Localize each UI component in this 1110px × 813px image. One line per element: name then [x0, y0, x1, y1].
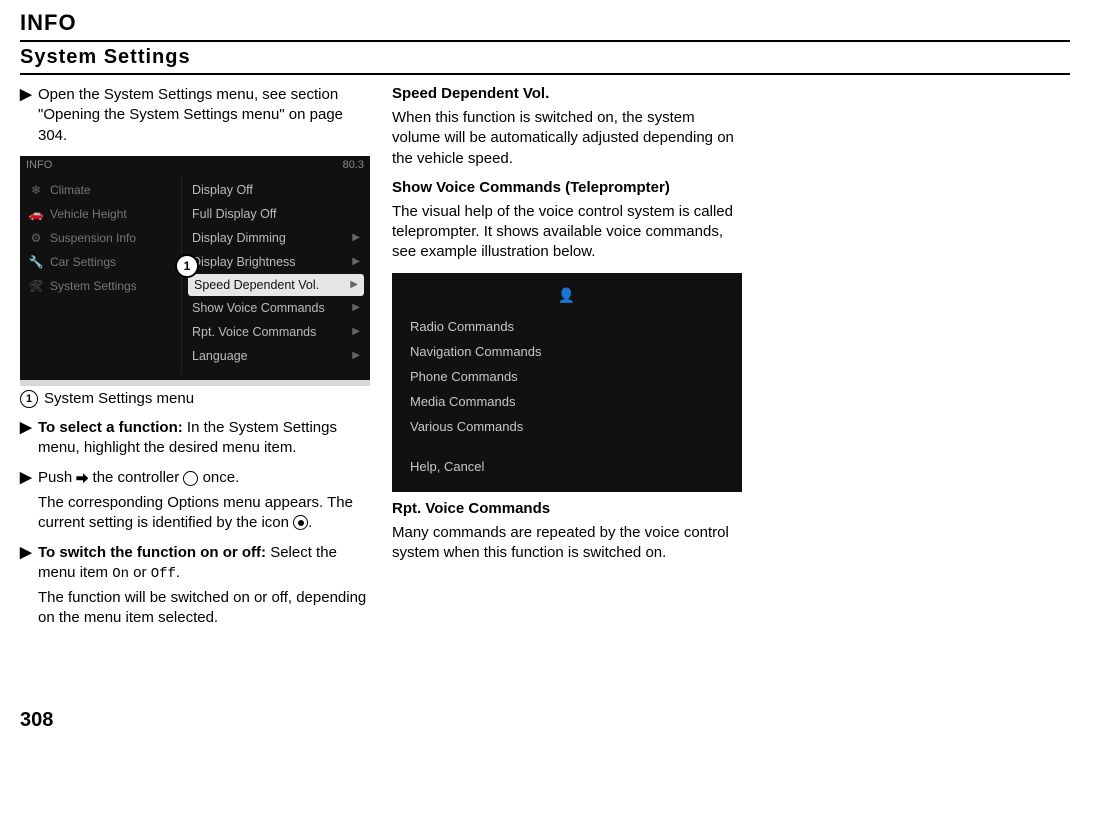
fig1-menu-item: Language ▶ — [182, 344, 370, 368]
fig1-left-label: Climate — [50, 183, 91, 197]
voice-command-item: Phone Commands — [410, 364, 724, 389]
figure-system-settings: INFO 80.3 ❄ Climate 🚗 Vehicle Height ⚙ Susp… — [20, 156, 370, 386]
fig1-menu-label: Rpt. Voice Commands — [192, 325, 316, 339]
fig1-left-item: ⚙ Suspension Info — [20, 226, 181, 250]
step-text: Open the System Settings menu, see secti… — [38, 85, 370, 146]
voice-command-item: Navigation Commands — [410, 339, 724, 364]
fig1-menu-item: Full Display Off — [182, 202, 370, 226]
figure-legend: 1 System Settings menu — [20, 390, 370, 408]
step-part: . — [308, 514, 312, 531]
figure-voice-commands: 👤 Radio Commands Navigation Commands Pho… — [392, 273, 742, 492]
system-settings-icon: 🛠 — [28, 279, 44, 293]
figure-legend-text: System Settings menu — [44, 390, 194, 407]
section-heading: Show Voice Commands (Teleprompter) — [392, 179, 742, 196]
step-text: To switch the function on or off: Select… — [38, 543, 370, 629]
fig1-left-item: ❄ Climate — [20, 178, 181, 202]
step-part: once. — [198, 469, 239, 486]
fig1-top-right: 80.3 — [343, 159, 364, 171]
voice-command-item: Media Commands — [410, 389, 724, 414]
left-column: ▶ Open the System Settings menu, see sec… — [20, 85, 370, 639]
section-title: System Settings — [20, 46, 1070, 73]
chevron-right-icon: ▶ — [352, 350, 360, 361]
voice-head-icon: 👤 — [410, 287, 724, 304]
fig1-left-label: Vehicle Height — [50, 207, 127, 221]
vehicle-icon: 🚗 — [28, 207, 44, 221]
voice-command-footer: Help, Cancel — [410, 439, 724, 478]
fig1-footer — [20, 380, 370, 386]
right-column: Speed Dependent Vol. When this function … — [392, 85, 742, 573]
step-lead: To switch the function on or off: — [38, 544, 266, 561]
fig1-top-left: INFO — [26, 159, 52, 171]
fig1-menu-label: Full Display Off — [192, 207, 277, 221]
fig1-menu-label: Display Dimming — [192, 231, 286, 245]
step-part: Push — [38, 469, 76, 486]
fig1-menu-label: Speed Dependent Vol. — [194, 278, 319, 292]
section-heading: Rpt. Voice Commands — [392, 500, 742, 517]
fig1-menu-item: Display Off — [182, 178, 370, 202]
car-settings-icon: 🔧 — [28, 255, 44, 269]
fig1-menu-label: Display Brightness — [192, 255, 296, 269]
fig1-menu-item: Display Brightness ▶ — [182, 250, 370, 274]
section-heading: Speed Dependent Vol. — [392, 85, 742, 102]
push-right-icon — [76, 473, 88, 483]
voice-command-item: Radio Commands — [410, 314, 724, 339]
climate-icon: ❄ — [28, 183, 44, 197]
suspension-icon: ⚙ — [28, 231, 44, 245]
body-text: When this function is switched on, the s… — [392, 108, 742, 169]
body-text: The visual help of the voice control sys… — [392, 202, 742, 263]
controller-ring-icon — [183, 471, 198, 486]
fig1-left-label: Car Settings — [50, 255, 116, 269]
fig1-left-item: 🔧 Car Settings — [20, 250, 181, 274]
fig1-menu-label: Show Voice Commands — [192, 301, 325, 315]
step-marker-icon: ▶ — [20, 85, 38, 146]
callout-badge: 1 — [175, 254, 199, 278]
step-part: the controller — [88, 469, 183, 486]
fig1-menu-item-selected: Speed Dependent Vol. ▶ — [188, 274, 364, 296]
fig1-menu-label: Display Off — [192, 183, 253, 197]
step-paragraph: The function will be switched on or off,… — [38, 588, 370, 629]
fig1-menu-item: Display Dimming ▶ — [182, 226, 370, 250]
fig1-left-panel: ❄ Climate 🚗 Vehicle Height ⚙ Suspension Inf… — [20, 174, 182, 374]
chevron-right-icon: ▶ — [352, 256, 360, 267]
step-marker-icon: ▶ — [20, 543, 38, 629]
fig1-left-item: 🚗 Vehicle Height — [20, 202, 181, 226]
step-text: Push the controller once. The correspond… — [38, 468, 370, 533]
voice-command-item: Various Commands — [410, 414, 724, 439]
menu-item-off: Off — [151, 566, 176, 582]
chevron-right-icon: ▶ — [352, 232, 360, 243]
fig1-menu-item: Show Voice Commands ▶ — [182, 296, 370, 320]
fig1-right-panel: Display Off Full Display Off Display Dim… — [182, 174, 370, 374]
step-paragraph: The corresponding Options menu appears. … — [38, 493, 370, 534]
step-part: . — [176, 564, 180, 581]
chevron-right-icon: ▶ — [352, 302, 360, 313]
step-marker-icon: ▶ — [20, 468, 38, 533]
step-marker-icon: ▶ — [20, 418, 38, 459]
step-lead: To select a function: — [38, 419, 183, 436]
chevron-right-icon: ▶ — [350, 279, 358, 290]
circled-number-icon: 1 — [20, 390, 38, 408]
menu-item-on: On — [112, 566, 129, 582]
step-text: To select a function: In the System Sett… — [38, 418, 370, 459]
fig1-menu-item: Rpt. Voice Commands ▶ — [182, 320, 370, 344]
body-text: Many commands are repeated by the voice … — [392, 523, 742, 564]
selected-dot-icon — [293, 515, 308, 530]
chevron-right-icon: ▶ — [352, 326, 360, 337]
page-number: 308 — [20, 709, 1070, 732]
fig1-left-label: System Settings — [50, 279, 137, 293]
fig1-menu-label: Language — [192, 349, 248, 363]
page-title: INFO — [20, 10, 1070, 40]
step-part: or — [129, 564, 151, 581]
fig1-left-item: 🛠 System Settings — [20, 274, 181, 298]
fig1-left-label: Suspension Info — [50, 231, 136, 245]
